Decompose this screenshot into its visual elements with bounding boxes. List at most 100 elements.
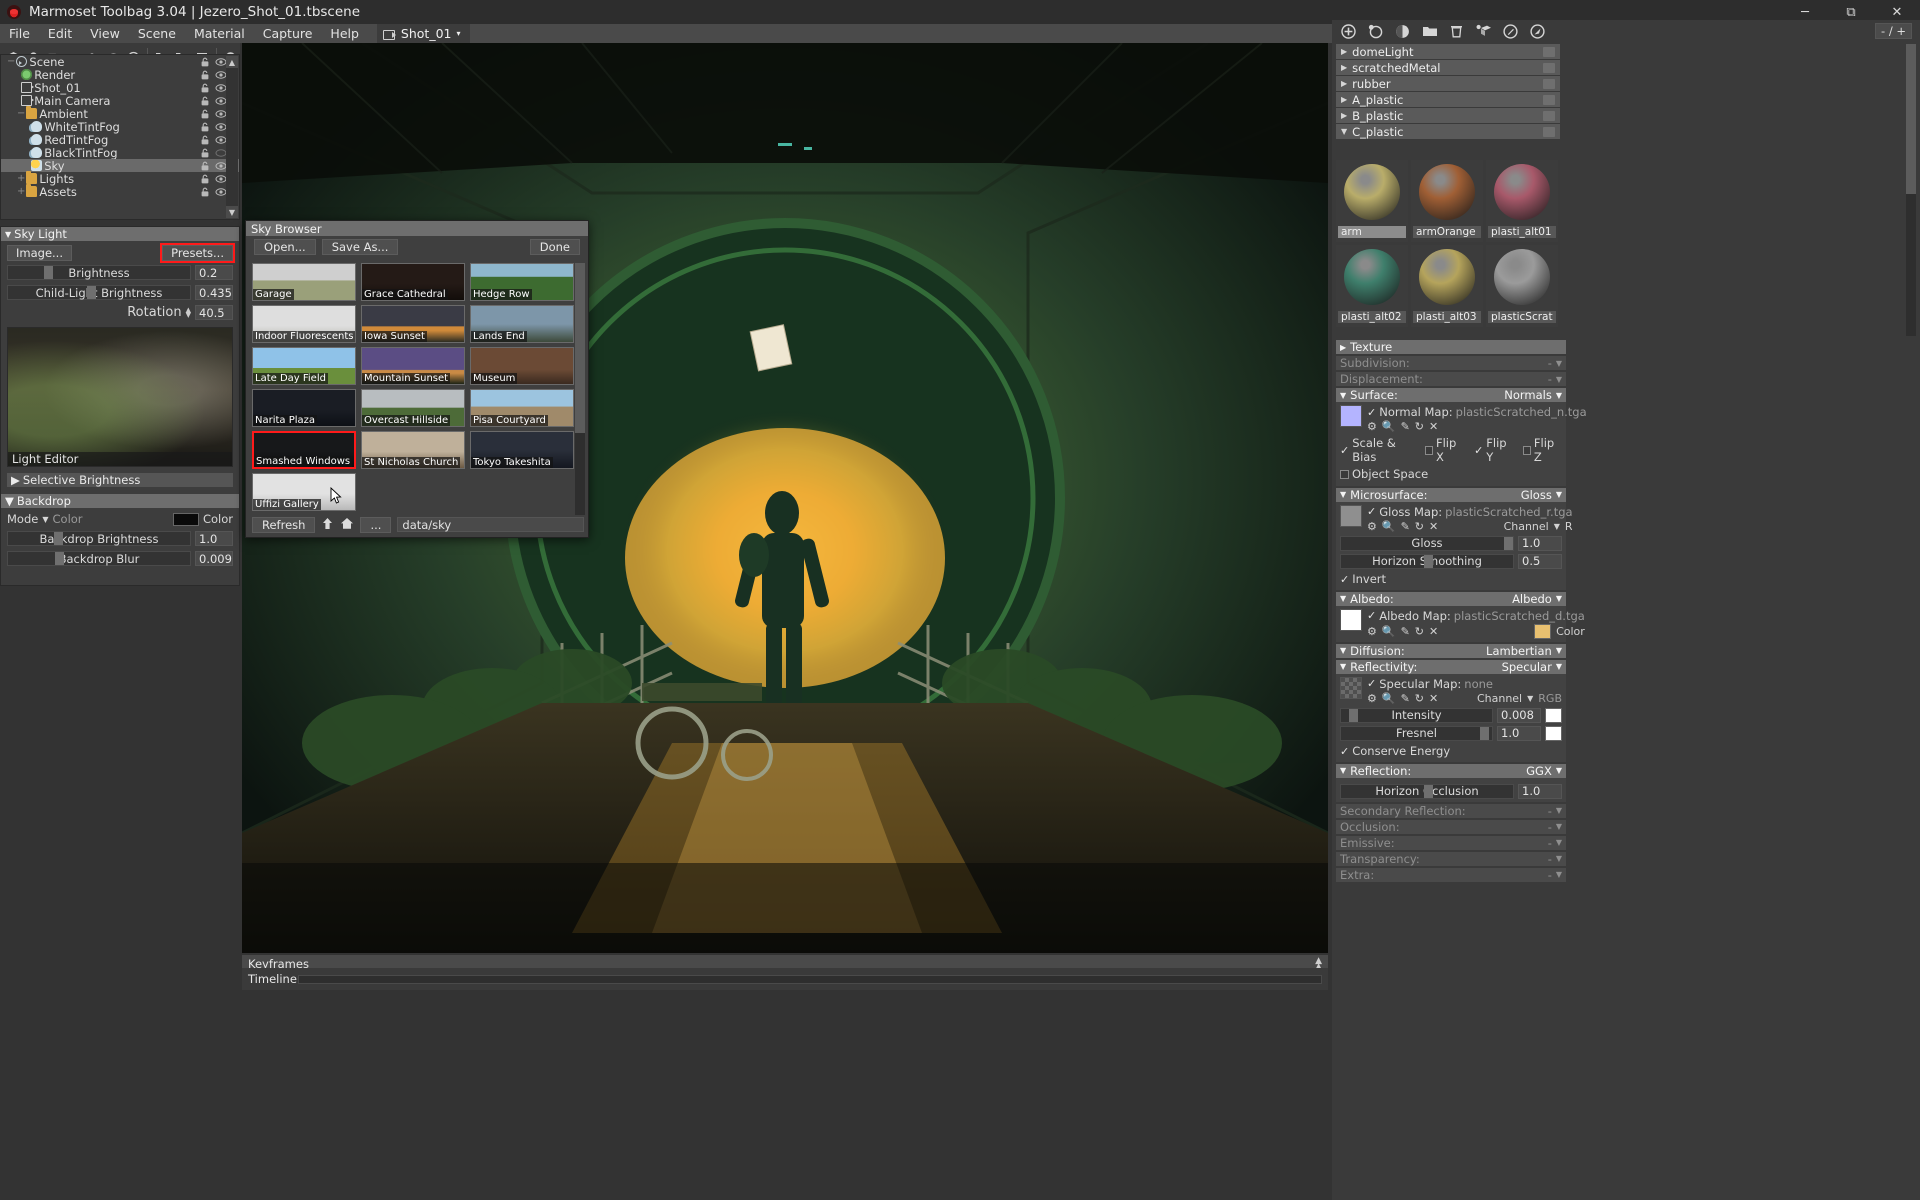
tree-expander[interactable] [27,147,30,158]
backdrop-blur-knob[interactable] [55,552,65,565]
gloss-knob[interactable] [1504,536,1513,550]
backdrop-color-swatch[interactable] [172,512,199,526]
material-swatch-plasti-alt03[interactable]: plasti_alt03 [1411,245,1483,327]
reflection-section-header[interactable]: ▼ Reflection: GGX ▼ [1336,763,1566,778]
tree-item-blacktintfog[interactable]: BlackTintFog [1,146,239,160]
emissive-row[interactable]: Emissive: - ▼ [1336,835,1566,850]
chevron-down-icon[interactable]: ▼ [42,515,48,524]
conserve-energy-checkbox[interactable]: ✓ Conserve Energy [1340,744,1450,758]
tree-item-ambient[interactable]: − Ambient [1,106,239,121]
sky-thumbnail-iowa-sunset[interactable]: Iowa Sunset [361,305,465,343]
lock-icon[interactable] [199,121,211,133]
lock-icon[interactable] [199,173,211,185]
albedo-section-header[interactable]: ▼ Albedo: Albedo ▼ [1336,591,1566,606]
tree-expander[interactable]: + [17,173,25,184]
pencil-icon[interactable]: ✎ [1401,625,1410,638]
tree-expander[interactable] [27,134,30,145]
tree-expander[interactable] [27,160,30,171]
search-icon[interactable]: 🔍 [1382,420,1396,433]
material-swatch-plasticscrat[interactable]: plasticScrat [1486,245,1558,327]
lock-icon[interactable] [199,69,211,81]
lock-icon[interactable] [199,56,211,68]
flip-y-checkbox[interactable]: ✓ Flip Y [1474,436,1513,464]
open-button[interactable]: Open... [254,239,316,255]
lock-icon[interactable] [199,147,211,159]
scroll-down-arrow[interactable]: ▼ [226,206,238,218]
sky-thumbnail-lands-end[interactable]: Lands End [470,305,574,343]
gloss-map-thumbnail[interactable] [1340,504,1362,527]
horizon-smoothing-value[interactable]: 0.5 [1518,553,1562,569]
brightness-knob[interactable] [44,266,54,279]
horizon-occlusion-knob[interactable] [1423,784,1433,798]
invert-checkbox[interactable]: ✓ Invert [1340,572,1386,586]
folder-icon[interactable] [1543,78,1555,89]
tree-item-render[interactable]: Render [1,68,239,82]
menu-item-scene[interactable]: Scene [129,24,185,43]
tree-item-sky[interactable]: Sky [1,159,239,173]
child-light-brightness-value[interactable]: 0.435 [195,285,233,300]
specular-map-thumbnail[interactable] [1340,676,1362,699]
tree-item-assets[interactable]: + Assets [1,184,239,199]
normal-map-checkbox[interactable]: ✓ [1367,406,1376,419]
brightness-value[interactable]: 0.2 [195,265,233,280]
close-icon[interactable]: ✕ [1429,520,1438,533]
sky-browser-grid[interactable]: Garage Grace Cathedral Hedge Row Indoor Flu… [252,263,577,515]
folder-icon[interactable] [1543,126,1555,137]
paint-icon[interactable] [1502,23,1519,40]
extra-row[interactable]: Extra: - ▼ [1336,867,1566,882]
pick-icon[interactable] [1529,23,1546,40]
lock-icon[interactable] [199,108,211,120]
timeline-track[interactable] [298,975,1322,984]
tree-item-redtintfog[interactable]: RedTintFog [1,133,239,147]
material-row-scratchedmetal[interactable]: ▶ scratchedMetal [1336,60,1560,76]
secondary-reflection-row[interactable]: Secondary Reflection: - ▼ [1336,803,1566,818]
folder-icon[interactable] [1543,94,1555,105]
tree-expander[interactable] [27,121,30,132]
tree-item-main-camera[interactable]: Main Camera [1,94,239,108]
sky-thumbnail-indoor-fluorescents[interactable]: Indoor Fluorescents [252,305,356,343]
reflectivity-section-header[interactable]: ▼ Reflectivity: Specular ▼ [1336,659,1566,674]
tree-expander[interactable] [17,82,20,93]
shot-tab[interactable]: Shot_01 ▾ [376,24,470,43]
menu-item-help[interactable]: Help [321,24,368,43]
tree-item-shot-01[interactable]: Shot_01 [1,81,239,95]
close-icon[interactable]: ✕ [1429,625,1438,638]
albedo-map-thumbnail[interactable] [1340,608,1362,631]
material-swatch-plasti-alt02[interactable]: plasti_alt02 [1336,245,1408,327]
tree-item-whitetintfog[interactable]: WhiteTintFog [1,120,239,134]
pencil-icon[interactable]: ✎ [1401,692,1410,705]
save-as-button[interactable]: Save As... [321,239,399,255]
sky-thumbnail-tokyo-takeshita[interactable]: Tokyo Takeshita [470,431,574,469]
done-button[interactable]: Done [529,239,580,255]
chevron-right-icon[interactable]: ▶ [1341,111,1347,120]
folder-icon[interactable] [1543,110,1555,121]
chevron-right-icon[interactable]: ▶ [1341,95,1347,104]
checker-icon[interactable] [1394,23,1411,40]
sky-thumbnail-smashed-windows[interactable]: Smashed Windows [252,431,356,469]
flip-x-checkbox[interactable]: Flip X [1424,436,1464,464]
folder-icon[interactable] [1543,62,1555,73]
search-icon[interactable]: 🔍 [1382,520,1396,533]
gear-icon[interactable]: ⚙ [1367,692,1377,705]
chevron-down-icon[interactable]: ▼ [1554,522,1560,531]
home-icon[interactable] [340,517,354,533]
sky-light-header[interactable]: ▼ Sky Light [1,227,239,241]
gear-icon[interactable]: ⚙ [1367,625,1377,638]
tree-expander[interactable]: − [17,108,25,119]
flip-z-checkbox[interactable]: Flip Z [1522,436,1562,464]
reload-icon[interactable]: ↻ [1415,520,1424,533]
fresnel-value[interactable]: 1.0 [1497,725,1541,741]
close-icon[interactable]: ✕ [1429,420,1438,433]
tree-expander[interactable] [17,69,20,80]
gloss-slider[interactable]: Gloss [1340,535,1514,551]
backdrop-brightness-slider[interactable]: Backdrop Brightness [7,531,191,546]
intensity-knob[interactable] [1348,708,1358,722]
sky-thumbnail-late-day-field[interactable]: Late Day Field [252,347,356,385]
menu-item-view[interactable]: View [81,24,129,43]
close-icon[interactable]: ✕ [1429,692,1438,705]
presets-button[interactable]: Presets... [160,242,235,263]
specular-map-checkbox[interactable]: ✓ [1367,677,1376,690]
search-icon[interactable]: 🔍 [1382,625,1396,638]
scene-tree-scrollbar[interactable]: ▲ ▼ [226,56,238,218]
chevron-down-icon[interactable]: ▼ [1341,127,1347,136]
